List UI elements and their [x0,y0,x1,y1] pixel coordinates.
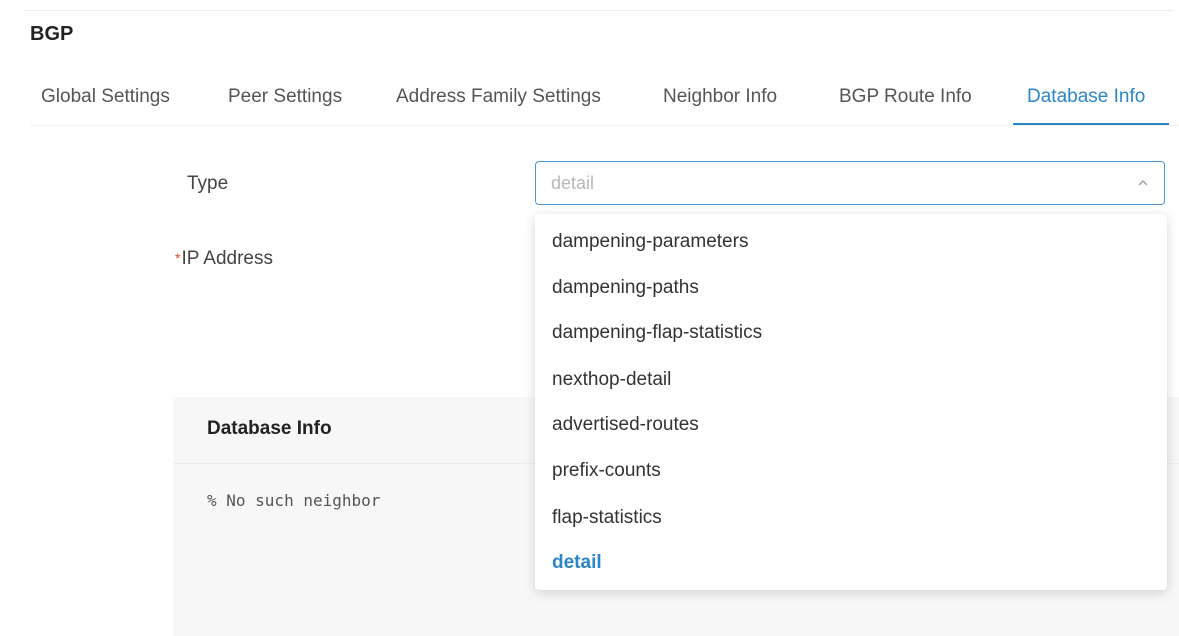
option-dampening-parameters[interactable]: dampening-parameters [535,219,1167,265]
tab-address-family-settings[interactable]: Address Family Settings [396,70,601,124]
option-advertised-routes[interactable]: advertised-routes [535,402,1167,448]
bgp-page: BGP Global Settings Peer Settings Addres… [0,0,1179,636]
type-select-value: detail [551,173,595,193]
type-label: Type [187,173,229,194]
tab-bar: Global Settings Peer Settings Address Fa… [30,70,1179,126]
tab-global-settings[interactable]: Global Settings [41,70,170,124]
required-marker: * [175,250,181,266]
option-dampening-flap-statistics[interactable]: dampening-flap-statistics [535,310,1167,356]
tabs-divider [30,125,1179,126]
option-prefix-counts[interactable]: prefix-counts [535,448,1167,494]
chevron-up-icon[interactable] [1136,176,1150,190]
ip-address-label: *IP Address [175,246,273,271]
option-detail[interactable]: detail [535,540,1167,586]
database-info-output: % No such neighbor [207,491,381,510]
top-divider [24,10,1174,11]
database-info-title: Database Info [207,418,332,439]
type-select[interactable]: detail [535,161,1165,205]
ip-address-label-text: IP Address [181,248,273,269]
tab-peer-settings[interactable]: Peer Settings [228,70,342,124]
option-nexthop-detail[interactable]: nexthop-detail [535,357,1167,403]
tab-neighbor-info[interactable]: Neighbor Info [663,70,777,124]
option-dampening-paths[interactable]: dampening-paths [535,265,1167,311]
type-dropdown-menu: dampening-parameters dampening-paths dam… [535,214,1167,590]
tab-bgp-route-info[interactable]: BGP Route Info [839,70,972,124]
tab-database-info[interactable]: Database Info [1027,70,1145,124]
option-flap-statistics[interactable]: flap-statistics [535,495,1167,541]
page-title: BGP [30,23,74,45]
